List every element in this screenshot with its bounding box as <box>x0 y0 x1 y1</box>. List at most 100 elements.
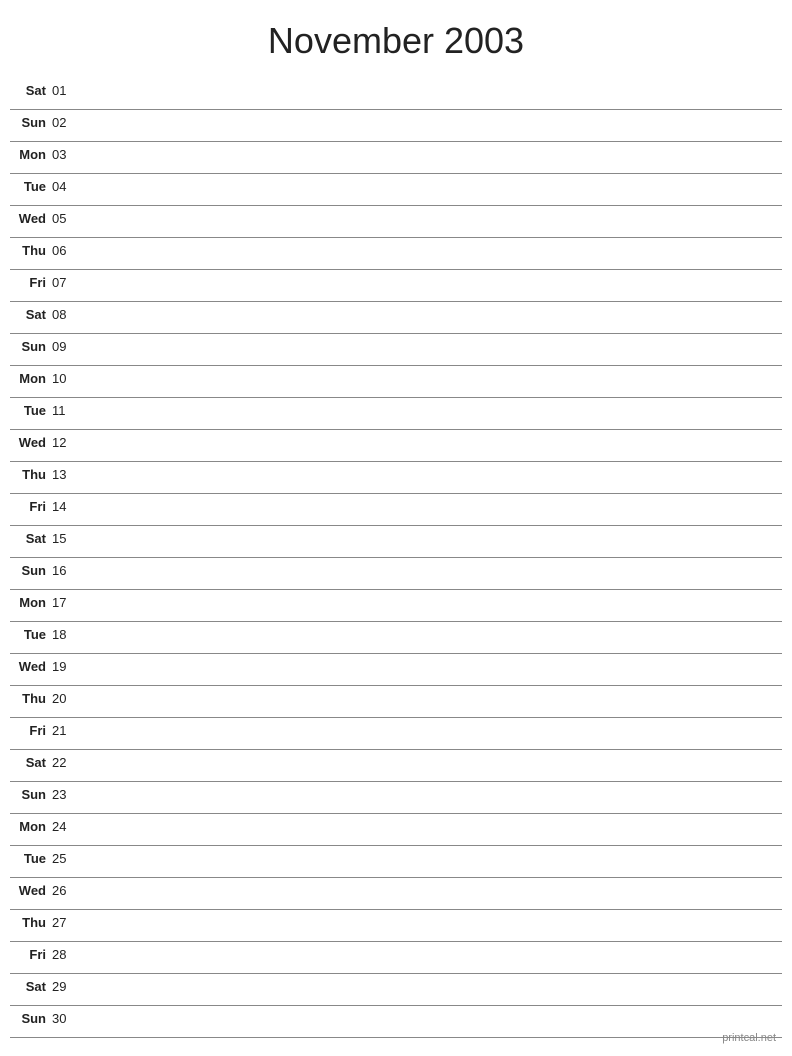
day-row[interactable]: Mon24 <box>10 814 782 846</box>
day-content[interactable] <box>82 658 782 678</box>
day-row[interactable]: Tue18 <box>10 622 782 654</box>
day-row[interactable]: Tue25 <box>10 846 782 878</box>
day-name: Sat <box>10 754 52 770</box>
day-number: 30 <box>52 1010 82 1026</box>
day-row[interactable]: Wed19 <box>10 654 782 686</box>
day-row[interactable]: Thu13 <box>10 462 782 494</box>
day-name: Sun <box>10 338 52 354</box>
day-row[interactable]: Fri14 <box>10 494 782 526</box>
day-content[interactable] <box>82 114 782 134</box>
day-name: Sat <box>10 306 52 322</box>
day-name: Sat <box>10 82 52 98</box>
day-name: Wed <box>10 210 52 226</box>
day-name: Thu <box>10 466 52 482</box>
day-content[interactable] <box>82 402 782 422</box>
day-number: 23 <box>52 786 82 802</box>
day-name: Tue <box>10 626 52 642</box>
day-content[interactable] <box>82 498 782 518</box>
day-row[interactable]: Thu06 <box>10 238 782 270</box>
day-content[interactable] <box>82 690 782 710</box>
day-number: 24 <box>52 818 82 834</box>
day-content[interactable] <box>82 466 782 486</box>
day-number: 25 <box>52 850 82 866</box>
day-row[interactable]: Sun09 <box>10 334 782 366</box>
day-row[interactable]: Sun30 <box>10 1006 782 1038</box>
day-content[interactable] <box>82 754 782 774</box>
day-row[interactable]: Sat15 <box>10 526 782 558</box>
day-name: Sun <box>10 786 52 802</box>
day-content[interactable] <box>82 242 782 262</box>
day-name: Sat <box>10 530 52 546</box>
day-number: 10 <box>52 370 82 386</box>
day-name: Fri <box>10 498 52 514</box>
day-content[interactable] <box>82 722 782 742</box>
day-content[interactable] <box>82 594 782 614</box>
day-row[interactable]: Tue04 <box>10 174 782 206</box>
day-number: 29 <box>52 978 82 994</box>
day-name: Tue <box>10 402 52 418</box>
day-row[interactable]: Wed26 <box>10 878 782 910</box>
day-content[interactable] <box>82 850 782 870</box>
day-content[interactable] <box>82 978 782 998</box>
day-number: 14 <box>52 498 82 514</box>
day-content[interactable] <box>82 786 782 806</box>
day-name: Tue <box>10 850 52 866</box>
day-name: Sat <box>10 978 52 994</box>
day-content[interactable] <box>82 370 782 390</box>
day-number: 17 <box>52 594 82 610</box>
day-content[interactable] <box>82 818 782 838</box>
day-name: Sun <box>10 1010 52 1026</box>
day-number: 15 <box>52 530 82 546</box>
day-content[interactable] <box>82 626 782 646</box>
day-row[interactable]: Sat01 <box>10 78 782 110</box>
day-row[interactable]: Mon03 <box>10 142 782 174</box>
day-name: Sun <box>10 562 52 578</box>
day-number: 02 <box>52 114 82 130</box>
day-content[interactable] <box>82 82 782 102</box>
day-content[interactable] <box>82 338 782 358</box>
day-content[interactable] <box>82 434 782 454</box>
day-row[interactable]: Mon17 <box>10 590 782 622</box>
day-row[interactable]: Thu20 <box>10 686 782 718</box>
day-name: Mon <box>10 370 52 386</box>
day-content[interactable] <box>82 1010 782 1030</box>
day-row[interactable]: Thu27 <box>10 910 782 942</box>
day-row[interactable]: Sun02 <box>10 110 782 142</box>
day-row[interactable]: Sun23 <box>10 782 782 814</box>
day-content[interactable] <box>82 946 782 966</box>
day-content[interactable] <box>82 274 782 294</box>
day-content[interactable] <box>82 178 782 198</box>
day-row[interactable]: Mon10 <box>10 366 782 398</box>
day-content[interactable] <box>82 882 782 902</box>
day-content[interactable] <box>82 562 782 582</box>
day-row[interactable]: Sat08 <box>10 302 782 334</box>
day-number: 11 <box>52 402 82 418</box>
day-row[interactable]: Wed12 <box>10 430 782 462</box>
day-row[interactable]: Fri21 <box>10 718 782 750</box>
day-name: Mon <box>10 594 52 610</box>
day-number: 16 <box>52 562 82 578</box>
day-row[interactable]: Sat22 <box>10 750 782 782</box>
day-number: 22 <box>52 754 82 770</box>
day-row[interactable]: Fri07 <box>10 270 782 302</box>
day-row[interactable]: Sun16 <box>10 558 782 590</box>
day-row[interactable]: Sat29 <box>10 974 782 1006</box>
day-content[interactable] <box>82 210 782 230</box>
day-number: 28 <box>52 946 82 962</box>
calendar-grid: Sat01Sun02Mon03Tue04Wed05Thu06Fri07Sat08… <box>0 78 792 1038</box>
day-content[interactable] <box>82 530 782 550</box>
day-name: Wed <box>10 882 52 898</box>
day-number: 08 <box>52 306 82 322</box>
day-number: 21 <box>52 722 82 738</box>
day-content[interactable] <box>82 914 782 934</box>
day-row[interactable]: Fri28 <box>10 942 782 974</box>
day-content[interactable] <box>82 146 782 166</box>
day-row[interactable]: Wed05 <box>10 206 782 238</box>
day-name: Fri <box>10 946 52 962</box>
day-name: Tue <box>10 178 52 194</box>
day-name: Thu <box>10 690 52 706</box>
day-name: Sun <box>10 114 52 130</box>
day-row[interactable]: Tue11 <box>10 398 782 430</box>
day-number: 09 <box>52 338 82 354</box>
day-content[interactable] <box>82 306 782 326</box>
